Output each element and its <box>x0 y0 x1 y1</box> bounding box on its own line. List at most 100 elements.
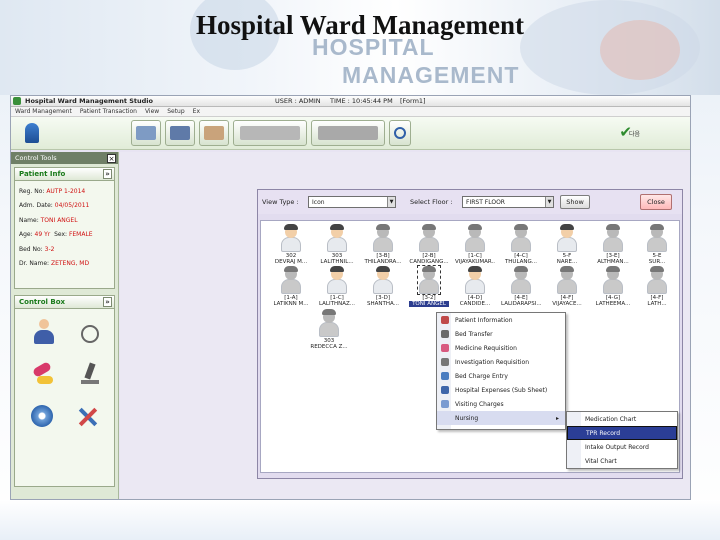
patient-tile[interactable]: [3-E] ALTHMAN... <box>593 224 633 265</box>
chevron-down-icon: ▼ <box>545 197 553 207</box>
charge-icon <box>441 372 449 380</box>
reg-no-value: AUTP 1-2014 <box>46 188 86 195</box>
patient-tile[interactable]: [2-B] CANDIGANG... <box>409 224 449 265</box>
patient-avatar-icon <box>510 224 532 252</box>
caduceus-icon <box>25 123 39 143</box>
dvd-icon[interactable] <box>31 405 57 431</box>
hospital-bed-icon <box>318 126 378 140</box>
patient-avatar-icon <box>318 309 340 337</box>
patient-tile[interactable]: [4-G] LATHEEMA... <box>593 266 633 307</box>
dr-name-row: Dr. Name: ZETENG, MD <box>19 260 90 268</box>
main-area: View Type : Icon ▼ Select Floor : FIRST … <box>120 152 690 499</box>
menu-item-visiting-charges[interactable]: Visiting Charges <box>437 397 565 411</box>
patient-tile[interactable]: [4-F] LATH... <box>637 266 677 307</box>
menu-item-hospital-expenses[interactable]: Hospital Expenses (Sub Sheet) <box>437 383 565 397</box>
menu-item-investigation-requisition[interactable]: Investigation Requisition <box>437 355 565 369</box>
patient-info-title: Patient Info <box>19 170 66 178</box>
control-box <box>14 309 115 487</box>
medicine-icon[interactable] <box>31 361 57 387</box>
name-row: Name: TONI ANGEL <box>19 216 78 224</box>
menu-item-medication-chart[interactable]: Medication Chart <box>567 412 677 426</box>
toolbar-check-label: 다음 <box>628 131 640 138</box>
view-type-label: View Type : <box>262 198 299 206</box>
patient-tile[interactable]: [4-D] CANDIDE... <box>455 266 495 307</box>
form-label: [Form1] <box>400 97 426 105</box>
menu-item-intake-output-record[interactable]: Intake Output Record <box>567 440 677 454</box>
patient-tile[interactable]: [4-F] VIJAYACE... <box>547 266 587 307</box>
adm-date-value: 04/05/2011 <box>54 202 90 210</box>
menu-ward-management[interactable]: Ward Management <box>15 108 72 115</box>
toolbar: ✔ 다음 <box>11 117 690 150</box>
patient-tile[interactable]: [4-E] LALIDARAPSI... <box>501 266 541 307</box>
magnifier-icon <box>394 127 406 139</box>
menu-item-nursing[interactable]: Nursing ▸ <box>437 411 565 425</box>
patient-avatar-icon <box>372 224 394 252</box>
chevron-right-icon[interactable]: » <box>103 169 112 179</box>
expense-icon <box>441 386 449 394</box>
control-tools-panel: Control Tools × Patient Info » Reg. No: … <box>11 152 119 499</box>
view-type-select[interactable]: Icon ▼ <box>308 196 396 208</box>
patient-tile[interactable]: 303 REDECCA Z... <box>309 309 349 350</box>
patient-tile-selected[interactable]: [3-2] TONI ANGEL <box>409 265 449 307</box>
menu-item-medicine-requisition[interactable]: Medicine Requisition <box>437 341 565 355</box>
visit-icon <box>441 400 449 408</box>
chevron-right-icon[interactable]: » <box>103 297 112 307</box>
patient-tile[interactable]: 303 LALITHNIL... <box>317 224 357 265</box>
menu-patient-transaction[interactable]: Patient Transaction <box>80 108 137 115</box>
select-floor-select[interactable]: FIRST FLOOR ▼ <box>462 196 554 208</box>
toolbar-ward-button[interactable] <box>131 120 161 146</box>
patient-avatar-icon <box>646 224 668 252</box>
adm-date-row: Adm. Date: 04/05/2011 <box>19 202 90 210</box>
patient-avatar-icon <box>417 265 441 295</box>
show-button[interactable]: Show <box>560 195 590 209</box>
select-floor-label: Select Floor : <box>410 198 453 206</box>
chevron-right-icon: ▸ <box>555 414 559 422</box>
patient-avatar-icon <box>464 224 486 252</box>
patient-tile[interactable]: [1-A] LATIKNN M... <box>271 266 311 307</box>
patient-avatar-icon <box>372 266 394 294</box>
toolbar-search-button[interactable] <box>389 120 411 146</box>
calendar-icon <box>170 126 190 140</box>
microscope-icon <box>441 358 449 366</box>
bed-no-value: 3-2 <box>44 245 55 253</box>
slide-title: Hospital Ward Management <box>195 10 524 40</box>
control-tools-title: Control Tools <box>15 154 57 162</box>
toolbar-patients-button[interactable] <box>199 120 229 146</box>
patient-tile[interactable]: [4-C] THULANG... <box>501 224 541 265</box>
patient-tile[interactable]: [1-C] LALITHNAZ... <box>317 266 357 307</box>
patient-avatar-icon <box>602 266 624 294</box>
ward-view-panel: View Type : Icon ▼ Select Floor : FIRST … <box>257 189 683 479</box>
toolbar-ward-view-button[interactable] <box>311 120 385 146</box>
toolbar-bed-grid-button[interactable] <box>165 120 195 146</box>
patient-tile[interactable]: [1-C] VIJAYAKUMAR... <box>455 224 495 265</box>
menu-exit[interactable]: Ex <box>193 108 200 115</box>
ward-filter-bar: View Type : Icon ▼ Select Floor : FIRST … <box>258 190 682 214</box>
menu-item-bed-charge-entry[interactable]: Bed Charge Entry <box>437 369 565 383</box>
sex-value: FEMALE <box>68 231 93 239</box>
menu-item-patient-information[interactable]: Patient Information <box>437 313 565 327</box>
menu-item-vital-chart[interactable]: Vital Chart <box>567 454 677 468</box>
menu-setup[interactable]: Setup <box>167 108 184 115</box>
doctor-icon[interactable] <box>31 319 57 345</box>
patient-tile[interactable]: [3-D] SHANTHA... <box>363 266 403 307</box>
toolbar-logo-button[interactable] <box>17 120 47 146</box>
toolbar-bed-view-button[interactable] <box>233 120 307 146</box>
tools-icon[interactable] <box>77 405 103 431</box>
patient-tile[interactable]: 5-F NARE... <box>547 224 587 265</box>
people-icon <box>204 126 224 140</box>
microscope-icon[interactable] <box>77 361 103 387</box>
nursing-submenu: Medication Chart TPR Record Intake Outpu… <box>566 411 678 469</box>
patient-avatar-icon <box>418 224 440 252</box>
patient-tile[interactable]: 302 DEVRAJ M... <box>271 224 311 265</box>
menu-item-bed-transfer[interactable]: Bed Transfer <box>437 327 565 341</box>
patient-tile[interactable]: [3-B] THILANDRA... <box>363 224 403 265</box>
close-icon[interactable]: × <box>107 153 116 163</box>
info-icon <box>441 316 449 324</box>
patient-info-box: Reg. No: AUTP 1-2014 Adm. Date: 04/05/20… <box>14 181 115 289</box>
close-button[interactable]: Close <box>640 194 672 210</box>
patient-tile[interactable]: 5-E SUR... <box>637 224 677 265</box>
menu-item-tpr-record[interactable]: TPR Record <box>567 426 677 440</box>
wheelchair-icon[interactable] <box>77 319 103 345</box>
patient-avatar-icon <box>602 224 624 252</box>
menu-view[interactable]: View <box>145 108 159 115</box>
